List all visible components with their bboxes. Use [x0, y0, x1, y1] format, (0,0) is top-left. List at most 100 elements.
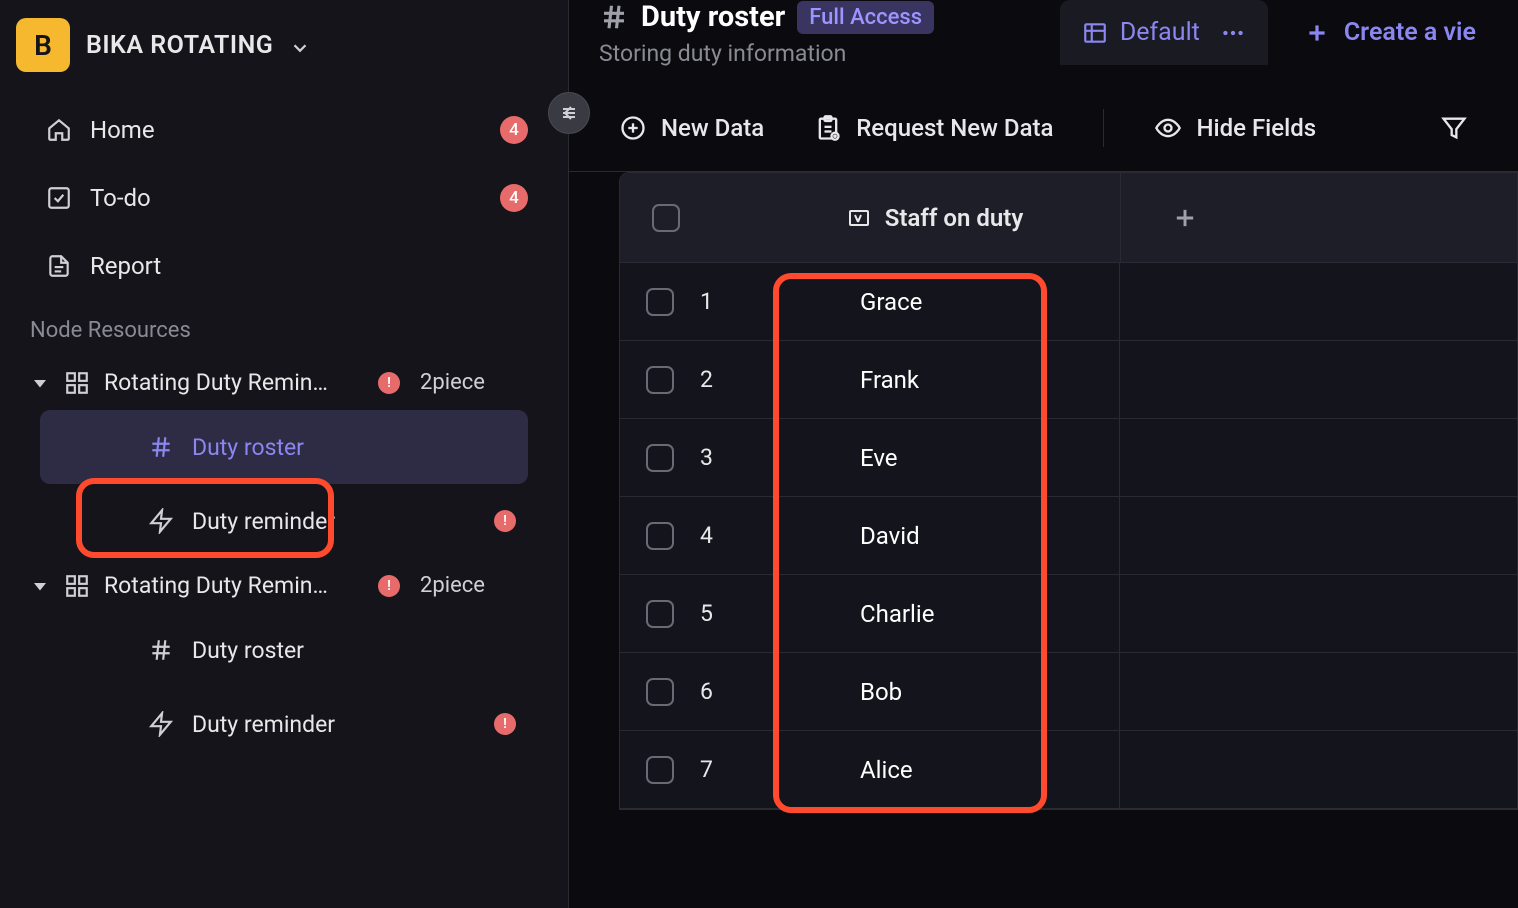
- workspace-logo: B: [16, 18, 70, 72]
- tree-item-label: Duty roster: [192, 637, 304, 664]
- create-view-button[interactable]: Create a vie: [1276, 0, 1488, 65]
- cell-staff-name[interactable]: Bob: [760, 653, 1120, 730]
- collapse-sidebar-button[interactable]: [548, 92, 590, 134]
- hash-icon: [148, 637, 174, 663]
- row-checkbox[interactable]: [646, 522, 674, 550]
- nav-label: Home: [90, 116, 155, 144]
- access-badge[interactable]: Full Access: [797, 1, 934, 34]
- page-title: Duty roster: [641, 0, 785, 34]
- alert-icon: !: [378, 575, 400, 597]
- table-row[interactable]: 6Bob: [620, 653, 1517, 731]
- table-header: Staff on duty: [620, 173, 1517, 263]
- cell-staff-name[interactable]: Charlie: [760, 575, 1120, 652]
- table-row[interactable]: 5Charlie: [620, 575, 1517, 653]
- checkbox-icon: [46, 185, 72, 211]
- grid-icon: [64, 573, 90, 599]
- filter-button[interactable]: [1440, 114, 1468, 142]
- bolt-icon: [148, 508, 174, 534]
- more-icon[interactable]: [1220, 20, 1246, 46]
- workspace-name: BIKA ROTATING: [86, 31, 273, 60]
- row-checkbox[interactable]: [646, 288, 674, 316]
- toolbar: New Data Request New Data Hide Fields: [569, 85, 1518, 172]
- column-header[interactable]: Staff on duty: [750, 204, 1120, 232]
- row-number: 5: [700, 600, 760, 627]
- table-row[interactable]: 4David: [620, 497, 1517, 575]
- alert-icon: !: [378, 372, 400, 394]
- row-number: 7: [700, 756, 760, 783]
- row-checkbox[interactable]: [646, 366, 674, 394]
- bolt-icon: [148, 711, 174, 737]
- row-number: 3: [700, 444, 760, 471]
- nav-report[interactable]: Report: [16, 232, 552, 300]
- page-header: Duty roster Full Access Storing duty inf…: [569, 0, 1518, 85]
- table-row[interactable]: 3Eve: [620, 419, 1517, 497]
- tree-item-label: Duty reminder: [192, 508, 335, 535]
- chevron-down-icon: [289, 37, 305, 53]
- home-icon: [46, 117, 72, 143]
- workspace-switcher[interactable]: B BIKA ROTATING: [16, 12, 552, 96]
- tree-label: Rotating Duty Remin…: [104, 369, 364, 396]
- tree-folder[interactable]: Rotating Duty Remin… ! 2piece: [16, 355, 552, 410]
- create-view-label: Create a vie: [1344, 18, 1476, 47]
- badge-count: 4: [500, 116, 528, 144]
- tree-item-duty-roster[interactable]: Duty roster: [40, 410, 528, 484]
- cell-staff-name[interactable]: Eve: [760, 419, 1120, 496]
- alert-icon: !: [494, 713, 516, 735]
- tree-folder[interactable]: Rotating Duty Remin… ! 2piece: [16, 558, 552, 613]
- page-subtitle: Storing duty information: [599, 40, 1040, 67]
- main-content: Duty roster Full Access Storing duty inf…: [568, 0, 1518, 908]
- nav-label: Report: [90, 252, 161, 280]
- clipboard-icon: [814, 114, 842, 142]
- toolbar-label: Request New Data: [856, 114, 1053, 142]
- eye-icon: [1154, 114, 1182, 142]
- divider: [1103, 109, 1104, 147]
- piece-count: 2piece: [420, 573, 485, 598]
- cell-staff-name[interactable]: Alice: [760, 731, 1120, 808]
- nav-home[interactable]: Home 4: [16, 96, 552, 164]
- tree-item-duty-reminder[interactable]: Duty reminder !: [40, 687, 528, 761]
- toolbar-label: New Data: [661, 114, 764, 142]
- piece-count: 2piece: [420, 370, 485, 395]
- table-row[interactable]: 7Alice: [620, 731, 1517, 809]
- row-number: 4: [700, 522, 760, 549]
- data-table: Staff on duty 1Grace2Frank3Eve4David5Cha…: [619, 172, 1518, 810]
- row-number: 1: [700, 288, 760, 315]
- table-row[interactable]: 2Frank: [620, 341, 1517, 419]
- row-checkbox[interactable]: [646, 678, 674, 706]
- row-checkbox[interactable]: [646, 444, 674, 472]
- cell-staff-name[interactable]: Grace: [760, 263, 1120, 340]
- plus-circle-icon: [619, 114, 647, 142]
- nav-label: To-do: [90, 184, 151, 212]
- new-data-button[interactable]: New Data: [619, 114, 764, 142]
- text-field-icon: [847, 206, 871, 230]
- hash-icon: [599, 2, 629, 32]
- plus-icon: [1304, 20, 1330, 46]
- cell-staff-name[interactable]: David: [760, 497, 1120, 574]
- section-label: Node Resources: [16, 300, 552, 355]
- tree-item-duty-reminder[interactable]: Duty reminder !: [40, 484, 528, 558]
- cell-staff-name[interactable]: Frank: [760, 341, 1120, 418]
- tree-item-duty-roster[interactable]: Duty roster: [40, 613, 528, 687]
- collapse-icon[interactable]: [30, 373, 50, 393]
- filter-icon: [1440, 114, 1468, 142]
- collapse-icon[interactable]: [30, 576, 50, 596]
- row-checkbox[interactable]: [646, 600, 674, 628]
- add-column-button[interactable]: [1120, 173, 1517, 262]
- toolbar-label: Hide Fields: [1196, 114, 1316, 142]
- hash-icon: [148, 434, 174, 460]
- select-all-checkbox[interactable]: [652, 204, 680, 232]
- document-icon: [46, 253, 72, 279]
- tree-label: Rotating Duty Remin…: [104, 572, 364, 599]
- badge-count: 4: [500, 184, 528, 212]
- row-number: 2: [700, 366, 760, 393]
- view-tab-default[interactable]: Default: [1060, 0, 1268, 65]
- alert-icon: !: [494, 510, 516, 532]
- nav-todo[interactable]: To-do 4: [16, 164, 552, 232]
- grid-icon: [64, 370, 90, 396]
- request-new-data-button[interactable]: Request New Data: [814, 114, 1053, 142]
- hide-fields-button[interactable]: Hide Fields: [1154, 114, 1316, 142]
- table-icon: [1082, 20, 1108, 46]
- table-row[interactable]: 1Grace: [620, 263, 1517, 341]
- view-tab-label: Default: [1120, 18, 1200, 47]
- row-checkbox[interactable]: [646, 756, 674, 784]
